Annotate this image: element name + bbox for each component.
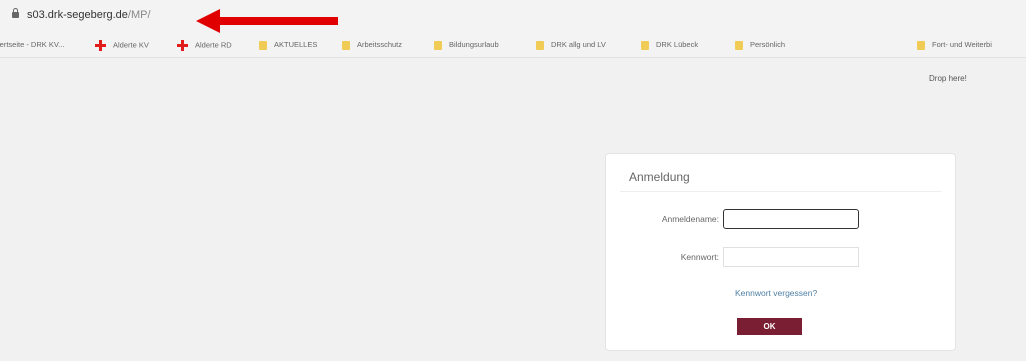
bookmark-label: Alderte KV — [113, 40, 149, 50]
folder-icon — [641, 40, 649, 50]
login-panel: Anmeldung Anmeldename: Kennwort: Kennwor… — [605, 153, 956, 351]
lock-icon[interactable] — [12, 8, 19, 18]
bookmark-bildungsurlaub[interactable]: Bildungsurlaub — [434, 40, 499, 50]
bookmark-fort-weiterbildung[interactable]: Fort- und Weiterbi — [917, 40, 992, 50]
red-cross-icon — [177, 40, 188, 51]
login-title: Anmeldung — [629, 170, 690, 184]
folder-icon — [735, 40, 743, 50]
bookmark-label: Alderte RD — [195, 40, 232, 50]
bookmark-aktuelles[interactable]: AKTUELLES — [259, 40, 317, 50]
folder-icon — [342, 40, 350, 50]
url-path: /MP/ — [127, 9, 151, 21]
username-input[interactable] — [723, 209, 859, 229]
folder-icon — [434, 40, 442, 50]
bookmark-arbeitsschutz[interactable]: Arbeitsschutz — [342, 40, 402, 50]
bookmarks-bar: lertseite - DRK KV... Alderte KV Alderte… — [0, 35, 1026, 58]
bookmark-label: AKTUELLES — [274, 40, 318, 49]
folder-icon — [917, 40, 925, 50]
bookmark-drk-luebeck[interactable]: DRK Lübeck — [641, 40, 698, 50]
bookmark-label: Bildungsurlaub — [449, 40, 499, 49]
bookmark-alderte-kv[interactable]: Alderte KV — [95, 40, 149, 51]
ok-button[interactable]: OK — [737, 318, 802, 335]
bookmark-alderte-rd[interactable]: Alderte RD — [177, 40, 232, 51]
title-divider — [620, 191, 941, 192]
password-label: Kennwort: — [680, 252, 719, 262]
red-arrow-annotation — [196, 9, 338, 33]
url-host: s03.drk-segeberg.de — [27, 9, 128, 21]
username-label: Anmeldename: — [661, 214, 719, 224]
folder-icon — [536, 40, 544, 50]
bookmark-drk-allg[interactable]: DRK allg und LV — [536, 40, 606, 50]
bookmark-label: DRK allg und LV — [551, 40, 606, 49]
url-text[interactable]: s03.drk-segeberg.de/MP/ — [27, 9, 151, 21]
bookmark-persoenlich[interactable]: Persönlich — [735, 40, 785, 50]
bookmark-startseite[interactable]: lertseite - DRK KV... — [0, 40, 64, 49]
password-input[interactable] — [723, 247, 859, 267]
drop-zone-label[interactable]: Drop here! — [929, 74, 967, 83]
bookmark-label: Persönlich — [750, 40, 786, 49]
bookmark-label: lertseite - DRK KV... — [0, 40, 65, 49]
forgot-password-link[interactable]: Kennwort vergessen? — [735, 288, 817, 298]
address-bar[interactable]: s03.drk-segeberg.de/MP/ — [0, 0, 1026, 35]
bookmark-label: DRK Lübeck — [656, 40, 699, 49]
folder-icon — [259, 40, 267, 50]
bookmark-label: Arbeitsschutz — [357, 40, 403, 49]
red-cross-icon — [95, 40, 106, 51]
bookmark-label: Fort- und Weiterbi — [932, 40, 992, 49]
